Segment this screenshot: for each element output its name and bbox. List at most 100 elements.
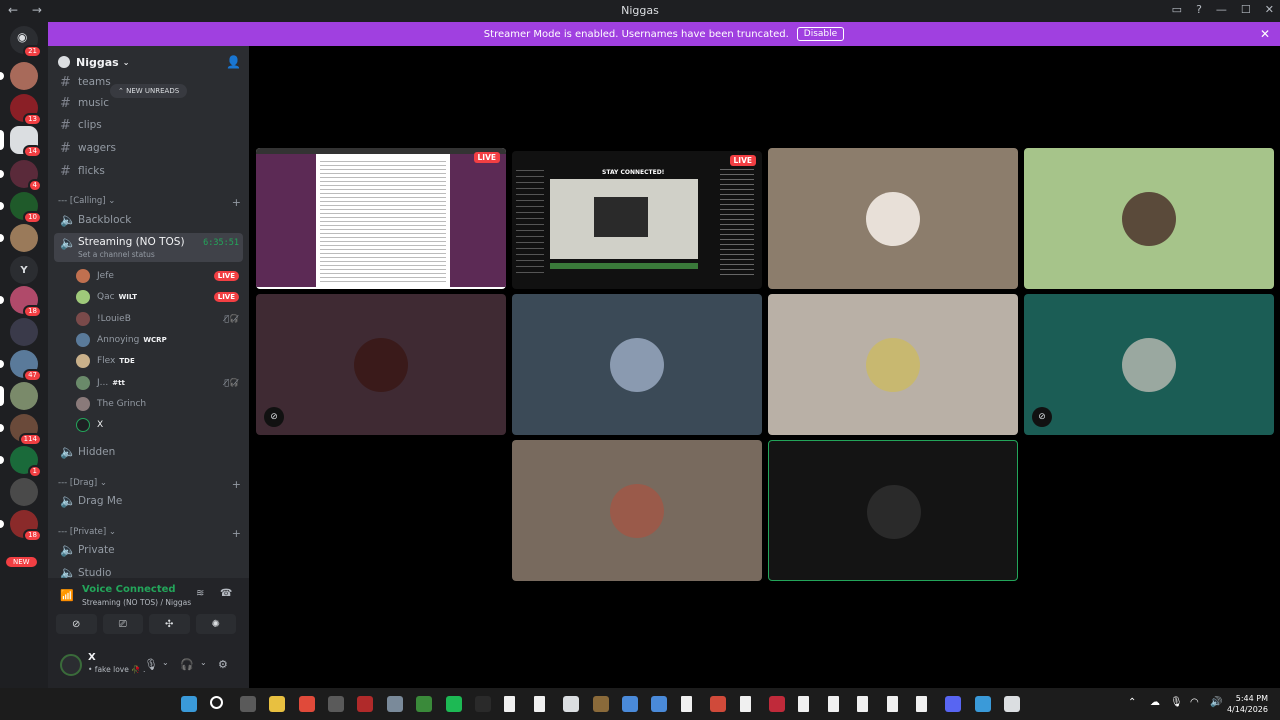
- minimize-button[interactable]: —: [1216, 3, 1227, 16]
- new-unreads-button[interactable]: ⌃ NEW UNREADS: [110, 84, 188, 98]
- file-icon[interactable]: [533, 696, 545, 712]
- voice-status-subtitle[interactable]: Streaming (NO TOS) / Niggas: [82, 598, 191, 607]
- app-icon[interactable]: [769, 696, 785, 712]
- epic-games-icon[interactable]: [475, 696, 491, 712]
- search-icon[interactable]: [210, 696, 224, 709]
- voice-member[interactable]: J... #tt 🎙̸🎧̸: [76, 374, 243, 392]
- app-icon[interactable]: [1004, 696, 1021, 712]
- server-icon[interactable]: 114: [0, 414, 42, 446]
- voice-channel-backblock[interactable]: 🔈 Backblock: [54, 210, 243, 230]
- voice-member[interactable]: Annoying WCRP: [76, 331, 243, 349]
- headphones-icon[interactable]: 🎧: [180, 658, 194, 671]
- file-icon[interactable]: [504, 696, 516, 712]
- server-icon[interactable]: 4: [0, 160, 42, 192]
- nvidia-icon[interactable]: [416, 696, 433, 712]
- spotify-icon[interactable]: [445, 696, 462, 712]
- maximize-button[interactable]: ☐: [1241, 3, 1251, 16]
- camera-off-button[interactable]: ⊘: [56, 614, 97, 634]
- app-icon[interactable]: [680, 696, 692, 712]
- app-icon[interactable]: [563, 696, 580, 712]
- chrome-icon[interactable]: [298, 696, 315, 712]
- participant-tile[interactable]: [1024, 148, 1274, 289]
- voice-member[interactable]: !LouieB 🎙̸🎧̸: [76, 310, 243, 328]
- home-discord-icon[interactable]: ◉ 21: [10, 26, 42, 58]
- settings-icon[interactable]: [386, 696, 403, 712]
- soundboard-button[interactable]: ✺: [195, 614, 236, 634]
- chevron-up-icon[interactable]: ⌃: [1128, 697, 1136, 708]
- participant-tile[interactable]: [512, 440, 762, 581]
- task-view-icon[interactable]: [239, 696, 256, 712]
- voice-member[interactable]: Flex TDE: [76, 352, 243, 370]
- new-unreads-pill[interactable]: NEW: [6, 557, 37, 567]
- category-calling[interactable]: --- [Calling] ⌄ +: [58, 196, 243, 209]
- server-icon[interactable]: 1: [0, 446, 42, 478]
- participant-tile[interactable]: ⊘: [256, 294, 506, 435]
- gear-icon[interactable]: ⚙: [218, 658, 228, 671]
- stream-tile-qac[interactable]: STAY CONNECTED! LIVE: [512, 151, 762, 289]
- server-icon[interactable]: [0, 224, 38, 252]
- obs-icon[interactable]: [328, 696, 344, 712]
- server-icon[interactable]: [10, 318, 38, 346]
- create-channel-icon[interactable]: +: [232, 478, 241, 491]
- close-banner-icon[interactable]: ✕: [1260, 27, 1270, 41]
- file-icon[interactable]: [827, 696, 839, 712]
- participant-tile[interactable]: [768, 148, 1018, 289]
- discord-icon[interactable]: [945, 696, 962, 712]
- server-icon[interactable]: 10: [0, 192, 42, 224]
- category-private[interactable]: --- [Private] ⌄ +: [58, 527, 243, 540]
- voice-channel-streaming[interactable]: 🔈 Streaming (NO TOS) Set a channel statu…: [54, 233, 243, 262]
- wifi-icon[interactable]: ◠: [1190, 697, 1199, 708]
- minecraft-icon[interactable]: [592, 696, 609, 712]
- voice-channel-drag-me[interactable]: 🔈 Drag Me: [54, 491, 243, 511]
- participant-tile[interactable]: ⊘: [1024, 294, 1274, 435]
- file-explorer-icon[interactable]: [269, 696, 286, 712]
- category-drag[interactable]: --- [Drag] ⌄ +: [58, 478, 243, 491]
- microphone-icon[interactable]: 🎙: [1170, 697, 1183, 708]
- inbox-icon[interactable]: ▭: [1172, 3, 1182, 16]
- participant-tile[interactable]: [768, 294, 1018, 435]
- app-icon[interactable]: [357, 696, 374, 712]
- avatar[interactable]: [60, 654, 82, 676]
- file-icon[interactable]: [857, 696, 869, 712]
- voice-member[interactable]: The Grinch: [76, 395, 243, 413]
- voice-member[interactable]: Qac WILT LIVE: [76, 288, 243, 306]
- file-icon[interactable]: [798, 696, 810, 712]
- microphone-icon[interactable]: 🎙: [144, 658, 158, 671]
- channel-flicks[interactable]: # flicks: [54, 161, 243, 181]
- chrome-icon[interactable]: [622, 696, 638, 712]
- app-icon[interactable]: [710, 696, 727, 712]
- server-icon[interactable]: Y: [10, 256, 38, 284]
- share-screen-button[interactable]: ⎚: [102, 614, 143, 634]
- create-channel-icon[interactable]: +: [232, 196, 241, 209]
- voice-channel-hidden[interactable]: 🔈 Hidden: [54, 442, 243, 462]
- stream-tile-jefe[interactable]: LIVE: [256, 148, 506, 289]
- channel-wagers[interactable]: # wagers: [54, 138, 243, 158]
- start-icon[interactable]: [181, 696, 197, 712]
- disconnect-icon[interactable]: ☎: [220, 588, 232, 599]
- file-icon[interactable]: [886, 696, 898, 712]
- voice-member[interactable]: X: [76, 416, 243, 434]
- close-window-button[interactable]: ✕: [1265, 3, 1274, 16]
- server-icon[interactable]: 47: [0, 350, 42, 382]
- server-icon[interactable]: [0, 62, 38, 90]
- activities-button[interactable]: ✣: [149, 614, 190, 634]
- server-icon[interactable]: 18: [0, 510, 42, 542]
- voice-status-title[interactable]: Voice Connected: [82, 584, 176, 595]
- noise-suppression-icon[interactable]: ≋: [196, 588, 204, 599]
- channel-status[interactable]: Set a channel status: [78, 250, 155, 259]
- help-icon[interactable]: ?: [1196, 3, 1202, 16]
- server-icon[interactable]: [10, 478, 38, 506]
- disable-streamer-mode-button[interactable]: Disable: [796, 27, 845, 41]
- server-icon[interactable]: 13: [10, 94, 42, 126]
- voice-channel-private[interactable]: 🔈 Private: [54, 540, 243, 560]
- app-icon[interactable]: [974, 696, 991, 712]
- participant-tile[interactable]: [512, 294, 762, 435]
- chevron-down-icon[interactable]: ⌄: [162, 658, 169, 667]
- create-channel-icon[interactable]: +: [232, 527, 241, 540]
- app-icon[interactable]: [651, 696, 668, 712]
- chevron-down-icon[interactable]: ⌄: [200, 658, 207, 667]
- server-icon[interactable]: 18: [0, 286, 42, 318]
- invite-people-icon[interactable]: 👤: [226, 55, 241, 69]
- server-icon[interactable]: 14: [0, 126, 42, 158]
- file-icon[interactable]: [739, 696, 751, 712]
